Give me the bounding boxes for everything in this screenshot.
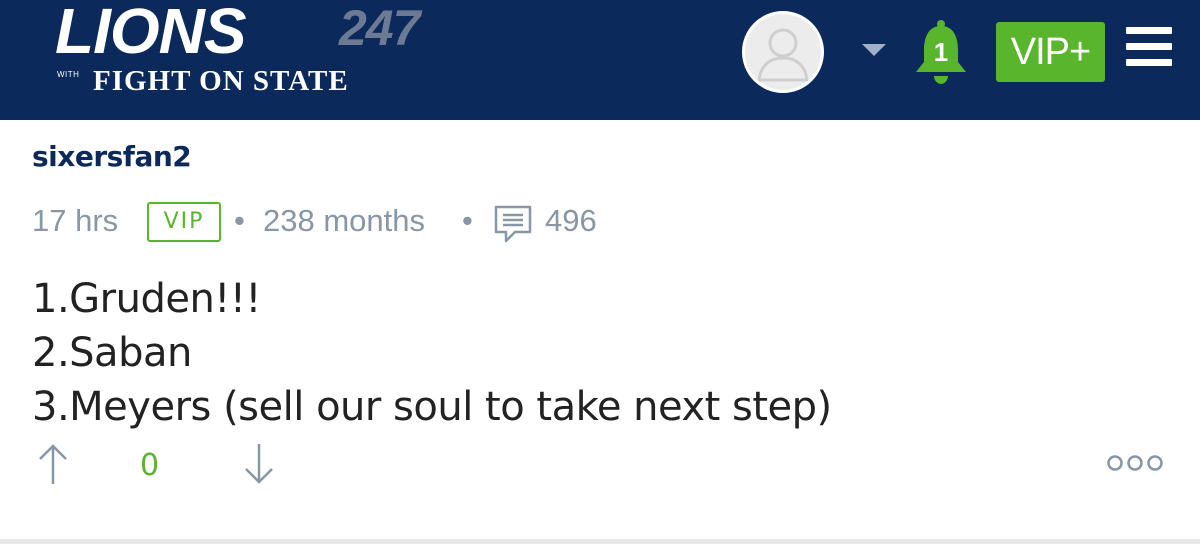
logo-with-text: WITH [57,70,80,79]
logo-number-text: 247 [339,0,420,56]
vip-badge: VIP [147,202,221,242]
post-time: 17 hrs [32,203,119,238]
more-options-icon[interactable] [1106,454,1164,477]
comment-count[interactable]: 496 [545,203,597,239]
logo-subtitle: FIGHT ON STATE [93,65,349,97]
comment-icon [493,204,533,252]
downvote-arrow-icon[interactable] [242,442,276,491]
logo-main-text: LIONS [55,0,247,67]
meta-separator: • [462,203,473,238]
menu-line [1126,59,1172,66]
upvote-arrow-icon[interactable] [36,442,70,491]
post-username[interactable]: sixersfan2 [32,140,192,173]
meta-separator: • [234,203,245,238]
top-navigation-bar: LIONS 247 WITH FIGHT ON STATE 1 VIP+ [0,0,1200,120]
member-tenure: 238 months [263,203,425,238]
post-line: 2.Saban [32,330,192,376]
notifications-bell[interactable]: 1 [910,18,972,86]
vote-count: 0 [140,448,160,483]
site-logo[interactable]: LIONS 247 WITH FIGHT ON STATE [55,0,485,105]
divider [0,539,1200,544]
vip-plus-button[interactable]: VIP+ [996,22,1105,82]
menu-line [1126,27,1172,34]
user-avatar-icon[interactable] [742,11,824,93]
post-line: 3.Meyers (sell our soul to take next ste… [32,384,832,430]
menu-line [1126,43,1172,50]
hamburger-menu-icon[interactable] [1126,27,1172,67]
post-line: 1.Gruden!!! [32,276,261,322]
post-body: 1.Gruden!!! 2.Saban 3.Meyers (sell our s… [32,272,832,434]
chevron-down-icon[interactable] [862,44,886,56]
notification-count: 1 [933,37,949,67]
post-actions: 0 [0,440,1200,488]
